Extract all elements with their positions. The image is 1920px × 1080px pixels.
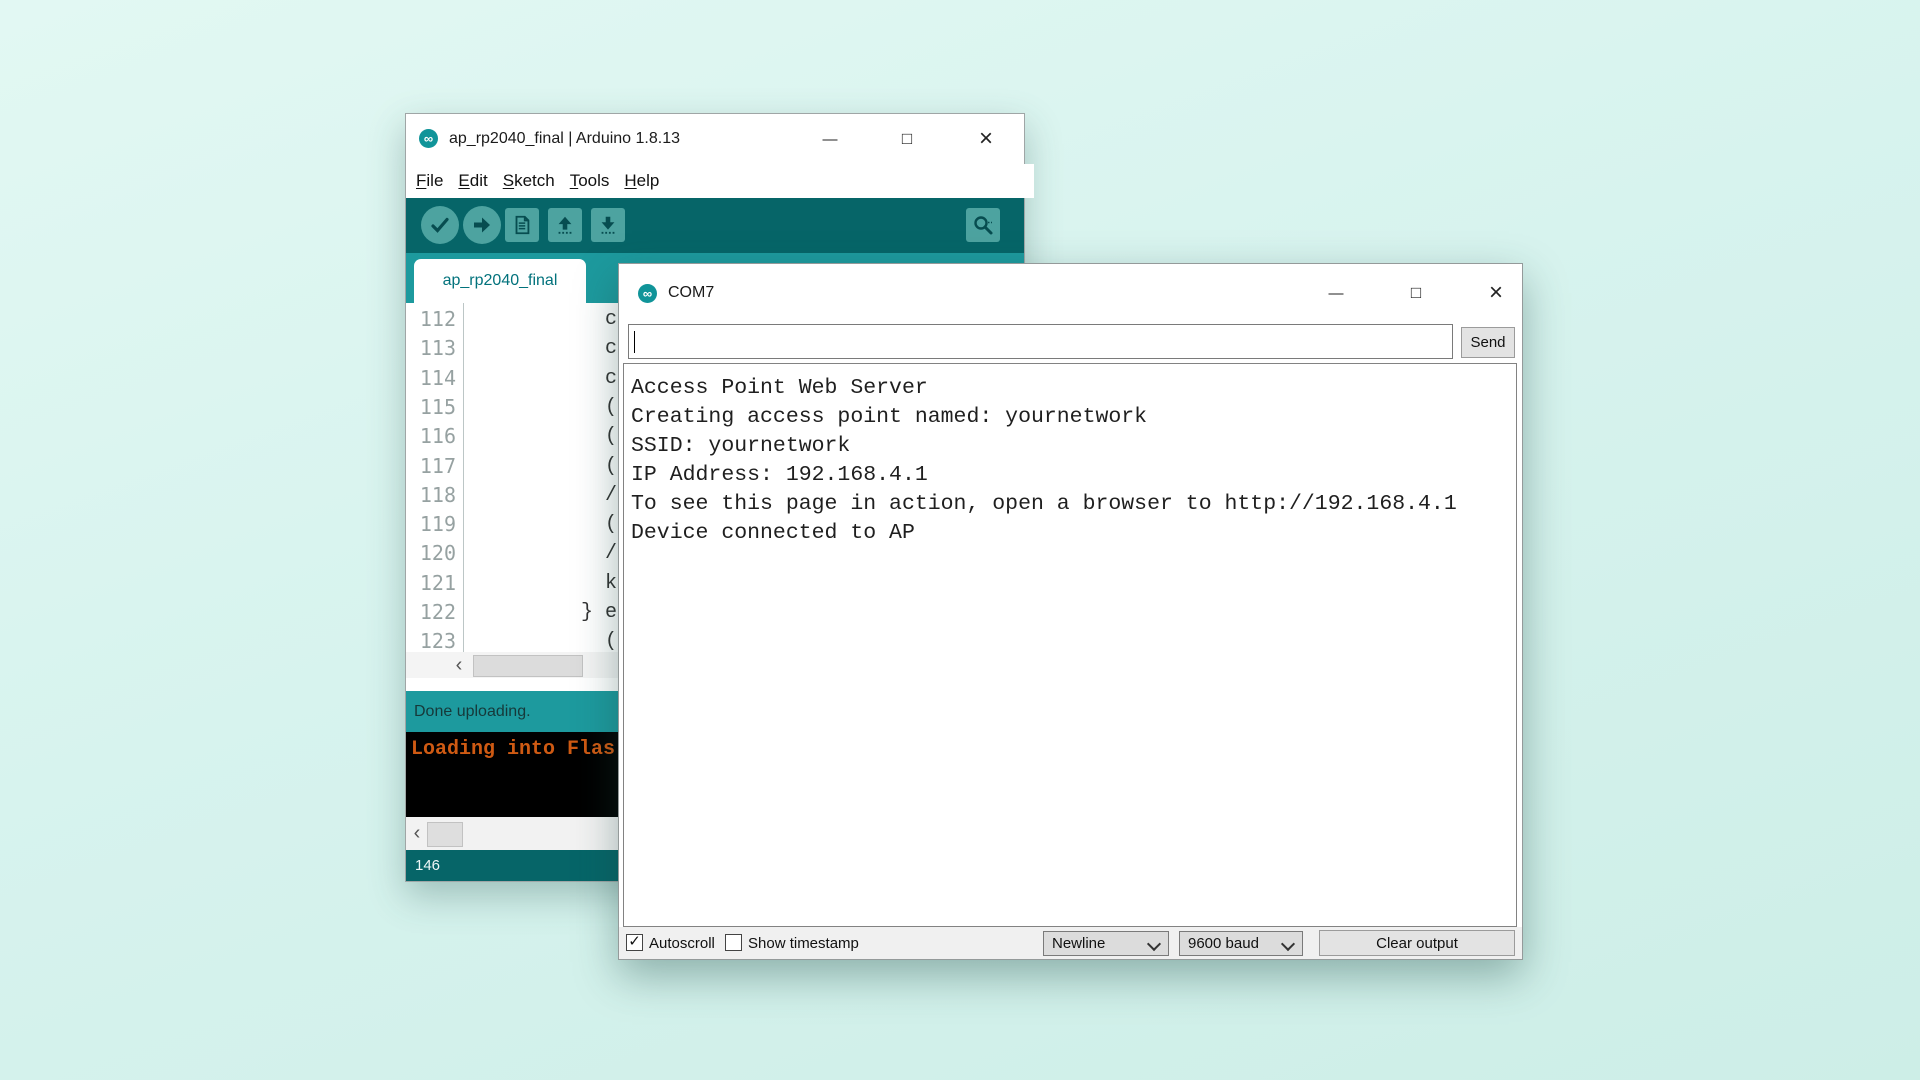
send-button[interactable]: Send bbox=[1461, 327, 1515, 358]
code-fragment: ( bbox=[604, 395, 617, 419]
maximize-button[interactable]: □ bbox=[886, 114, 928, 164]
line-number: 112 bbox=[419, 307, 456, 331]
arrow-up-icon bbox=[558, 216, 572, 234]
verify-button[interactable] bbox=[421, 206, 459, 244]
close-button[interactable]: × bbox=[965, 114, 1007, 164]
line-number: 121 bbox=[419, 570, 456, 595]
scrollbar-thumb[interactable] bbox=[473, 655, 583, 677]
editor-line: 121 k bbox=[406, 569, 617, 598]
new-document-icon bbox=[515, 215, 530, 235]
editor-line: 120 / bbox=[406, 539, 617, 568]
arduino-logo-icon: ∞ bbox=[638, 284, 657, 303]
toolbar bbox=[406, 198, 1024, 253]
menu-item-tools[interactable]: Tools bbox=[570, 171, 610, 191]
baud-rate-value: 9600 baud bbox=[1188, 935, 1259, 952]
menu-item-help[interactable]: Help bbox=[624, 171, 659, 191]
line-number: 116 bbox=[419, 424, 456, 449]
minimize-button[interactable]: — bbox=[1315, 264, 1357, 322]
serial-input[interactable] bbox=[628, 324, 1453, 359]
line-ending-value: Newline bbox=[1052, 935, 1106, 952]
chevron-down-icon bbox=[1146, 936, 1162, 952]
serial-output-line: Device connected to AP bbox=[631, 521, 915, 545]
magnifier-icon bbox=[974, 216, 993, 235]
arrow-down-icon bbox=[601, 216, 615, 234]
scroll-left-icon[interactable]: ‹ bbox=[450, 652, 468, 678]
editor-line: 115 ( bbox=[406, 393, 617, 422]
autoscroll-checkbox[interactable]: ✓ bbox=[626, 934, 643, 951]
editor-line: 119 ( bbox=[406, 510, 617, 539]
clear-output-button[interactable]: Clear output bbox=[1319, 930, 1515, 956]
editor-line: 114 c bbox=[406, 364, 617, 393]
code-fragment: / bbox=[604, 483, 617, 507]
serial-monitor-window: ∞ COM7 — □ × Send Access Point Web Serve… bbox=[618, 263, 1523, 960]
close-button[interactable]: × bbox=[1475, 264, 1517, 322]
menu-bar: File Edit Sketch Tools Help bbox=[406, 164, 1034, 198]
tab-ap-rp2040-final[interactable]: ap_rp2040_final bbox=[414, 259, 586, 303]
line-number: 120 bbox=[419, 541, 456, 566]
editor-line: 117 ( bbox=[406, 452, 617, 481]
upload-button[interactable] bbox=[463, 206, 501, 244]
serial-output-line: Access Point Web Server bbox=[631, 376, 928, 400]
code-fragment: ( bbox=[604, 513, 617, 537]
serial-output-area[interactable]: Access Point Web Server Creating access p… bbox=[623, 363, 1517, 927]
arrow-right-icon bbox=[474, 217, 490, 233]
com7-window-title: COM7 bbox=[668, 284, 715, 301]
serial-output-line: IP Address: 192.168.4.1 bbox=[631, 463, 928, 487]
line-number: 117 bbox=[419, 453, 456, 478]
show-timestamp-label: Show timestamp bbox=[748, 934, 859, 952]
maximize-button[interactable]: □ bbox=[1395, 264, 1437, 322]
line-number: 115 bbox=[419, 394, 456, 419]
status-text: Done uploading. bbox=[414, 702, 531, 720]
show-timestamp-checkbox[interactable] bbox=[725, 934, 742, 951]
arduino-titlebar[interactable]: ∞ ap_rp2040_final | Arduino 1.8.13 — □ × bbox=[406, 114, 1024, 164]
code-fragment: k bbox=[604, 571, 617, 595]
serial-output-line: SSID: yournetwork bbox=[631, 434, 851, 458]
line-number: 119 bbox=[419, 512, 456, 537]
serial-monitor-button[interactable] bbox=[966, 208, 1000, 242]
line-ending-dropdown[interactable]: Newline bbox=[1043, 931, 1169, 956]
line-number: 122 bbox=[419, 600, 456, 624]
code-fragment: c bbox=[604, 337, 617, 361]
tab-label: ap_rp2040_final bbox=[442, 272, 558, 289]
editor-line: 112 c bbox=[406, 305, 617, 334]
serial-output-line: Creating access point named: yournetwork bbox=[631, 405, 1148, 429]
new-sketch-button[interactable] bbox=[505, 208, 539, 242]
code-fragment: ( bbox=[604, 425, 617, 449]
line-number: 118 bbox=[419, 482, 456, 507]
editor-line: 113 c bbox=[406, 334, 617, 363]
scrollbar-thumb[interactable] bbox=[427, 822, 463, 847]
code-fragment: ( bbox=[604, 454, 617, 478]
minimize-button[interactable]: — bbox=[809, 114, 851, 164]
arduino-window-title: ap_rp2040_final | Arduino 1.8.13 bbox=[449, 130, 681, 147]
code-fragment: / bbox=[604, 542, 617, 566]
line-number: 114 bbox=[419, 365, 456, 390]
serial-monitor-controls: ✓ Autoscroll Show timestamp Newline 9600… bbox=[619, 927, 1522, 959]
editor-line: 116 ( bbox=[406, 422, 617, 451]
editor-line: 118 / bbox=[406, 481, 617, 510]
code-fragment: c bbox=[604, 308, 617, 331]
editor-line: 122 } e bbox=[406, 598, 617, 627]
scroll-left-icon[interactable]: ‹ bbox=[408, 817, 426, 850]
baud-rate-dropdown[interactable]: 9600 baud bbox=[1179, 931, 1303, 956]
menu-item-sketch[interactable]: Sketch bbox=[503, 171, 555, 191]
menu-item-edit[interactable]: Edit bbox=[458, 171, 487, 191]
menu-item-file[interactable]: File bbox=[416, 171, 443, 191]
code-fragment: } e bbox=[580, 601, 617, 624]
desktop-background: ∞ ap_rp2040_final | Arduino 1.8.13 — □ ×… bbox=[0, 0, 1920, 1080]
com7-titlebar[interactable]: ∞ COM7 — □ × bbox=[619, 264, 1522, 322]
arduino-logo-icon: ∞ bbox=[419, 129, 438, 148]
autoscroll-label: Autoscroll bbox=[649, 934, 715, 952]
text-cursor bbox=[634, 330, 635, 353]
line-number: 113 bbox=[419, 336, 456, 361]
code-fragment: c bbox=[604, 366, 617, 390]
serial-output-line: To see this page in action, open a brows… bbox=[631, 492, 1457, 516]
check-icon bbox=[431, 217, 449, 233]
cursor-line-indicator: 146 bbox=[415, 857, 441, 874]
chevron-down-icon bbox=[1280, 936, 1296, 952]
save-button[interactable] bbox=[591, 208, 625, 242]
open-button[interactable] bbox=[548, 208, 582, 242]
